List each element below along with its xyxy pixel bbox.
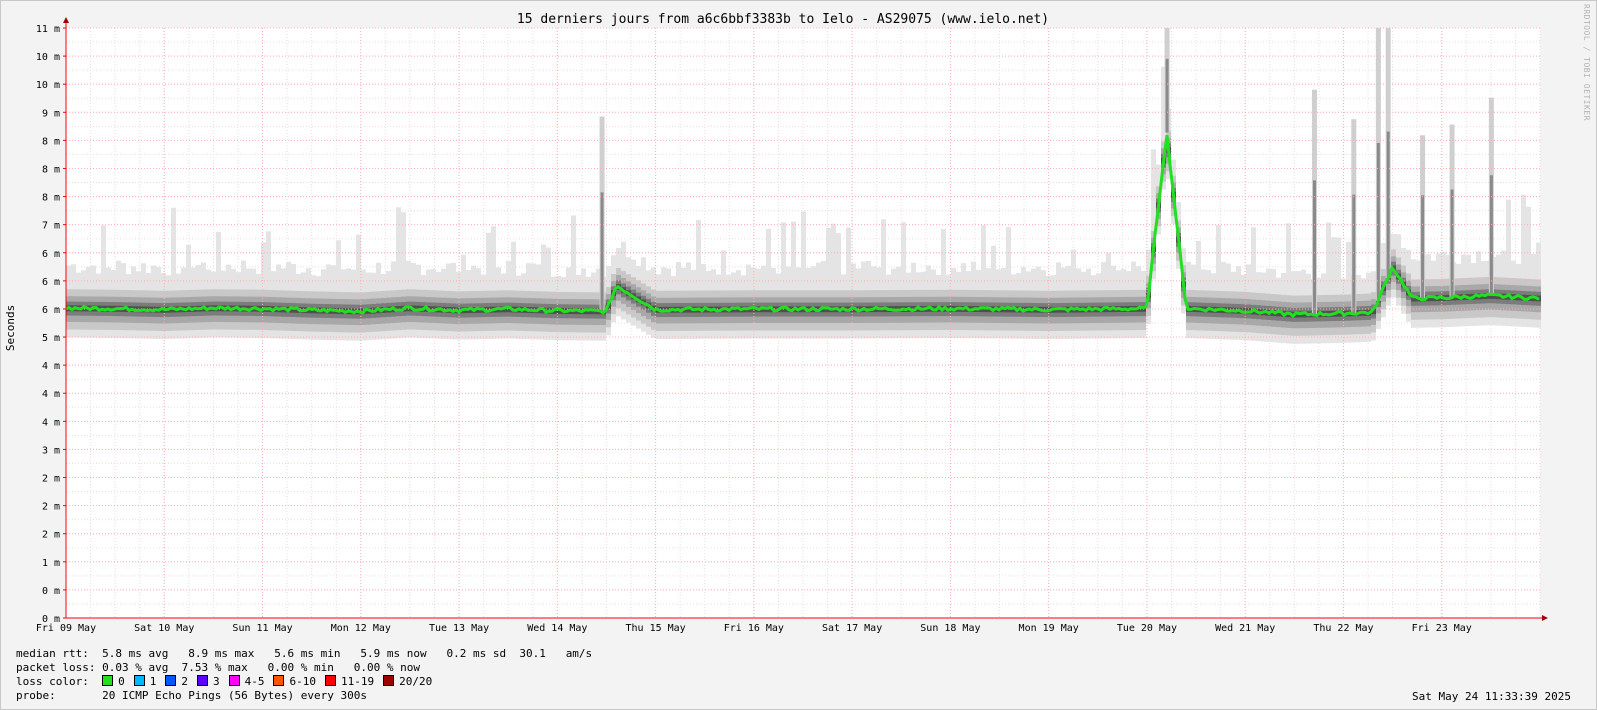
x-tick-label: Sun 11 May: [232, 623, 292, 634]
loss-color-item: 20/20: [383, 675, 432, 688]
smoke-spike-core: [1386, 131, 1390, 279]
loss-color-swatch: [324, 675, 336, 686]
smokeping-chart: 15 derniers jours from a6c6bbf3383b to I…: [4, 12, 1548, 634]
x-tick-label: Thu 15 May: [625, 623, 685, 634]
loss-color-swatch: [273, 675, 285, 686]
y-tick-label: 6 m: [42, 305, 60, 316]
x-tick-label: Sat 17 May: [822, 623, 882, 634]
loss-color-label: 11-19: [340, 675, 375, 688]
loss-color-label: 20/20: [399, 675, 433, 688]
timestamp: Sat May 24 11:33:39 2025: [1412, 690, 1571, 703]
loss-color-label: 0: [118, 675, 125, 688]
y-tick-label: 8 m: [42, 193, 60, 204]
smoke-spike-core: [1352, 194, 1356, 313]
loss-color-item: 4-5: [228, 675, 265, 688]
loss-color-item: 6-10: [273, 675, 316, 688]
legend-median: median rtt: 5.8 ms avg 8.9 ms max 5.6 ms…: [16, 647, 592, 661]
y-tick-label: 11 m: [36, 24, 60, 35]
probe-label: probe:: [16, 689, 56, 702]
loss-color-swatches: 0 1 2 3 4-5 6-10 11-19 20/20: [102, 675, 441, 688]
loss-color-swatch: [102, 675, 114, 686]
x-tick-label: Sun 18 May: [920, 623, 980, 634]
y-tick-label: 7 m: [42, 221, 60, 232]
y-tick-label: 1 m: [42, 558, 60, 569]
median-values: 5.8 ms avg 8.9 ms max 5.6 ms min 5.9 ms …: [102, 647, 593, 660]
y-tick-label: 6 m: [42, 277, 60, 288]
y-tick-label: 3 m: [42, 445, 60, 456]
x-tick-label: Wed 14 May: [527, 623, 587, 634]
y-tick-label: 2 m: [42, 530, 60, 541]
x-tick-label: Fri 16 May: [724, 623, 784, 634]
loss-color-label: 2: [181, 675, 188, 688]
x-tick-label: Fri 23 May: [1412, 623, 1472, 634]
color-label: loss color:: [16, 675, 89, 688]
smoke-spike-core: [1165, 58, 1169, 133]
loss-values: 0.03 % avg 7.53 % max 0.00 % min 0.00 % …: [102, 661, 420, 674]
y-tick-labels: 0 m0 m1 m2 m2 m2 m3 m4 m4 m4 m5 m6 m6 m6…: [36, 24, 60, 625]
x-tick-label: Thu 22 May: [1313, 623, 1373, 634]
x-tick-label: Mon 19 May: [1019, 623, 1079, 634]
y-tick-label: 0 m: [42, 586, 60, 597]
y-tick-label: 5 m: [42, 333, 60, 344]
legend-loss-color: loss color: 0 1 2 3 4-5 6-10 11-19 20/20: [16, 675, 441, 689]
loss-color-swatch: [133, 675, 145, 686]
loss-color-label: 4-5: [244, 675, 265, 688]
loss-color-item: 11-19: [324, 675, 375, 688]
x-tick-label: Wed 21 May: [1215, 623, 1275, 634]
legend-packet-loss: packet loss: 0.03 % avg 7.53 % max 0.00 …: [16, 661, 420, 675]
y-tick-label: 4 m: [42, 417, 60, 428]
y-tick-label: 6 m: [42, 249, 60, 260]
y-tick-label: 10 m: [36, 80, 60, 91]
loss-color-label: 6-10: [289, 675, 316, 688]
median-label: median rtt:: [16, 647, 89, 660]
loss-color-item: 1: [133, 675, 157, 688]
smoke-spike-core: [1312, 180, 1316, 314]
x-tick-labels: Fri 09 May Sat 10 May Sun 11 May Mon 12 May…: [36, 623, 1472, 634]
y-axis-arrow: [63, 17, 69, 23]
loss-label: packet loss:: [16, 661, 96, 674]
y-tick-label: 4 m: [42, 361, 60, 372]
loss-color-swatch: [196, 675, 208, 686]
x-tick-label: Mon 12 May: [331, 623, 391, 634]
y-tick-label: 8 m: [42, 164, 60, 175]
loss-color-item: 3: [196, 675, 220, 688]
loss-color-label: 1: [149, 675, 157, 688]
y-tick-label: 10 m: [36, 52, 60, 63]
smoke-spike-core: [1376, 142, 1380, 301]
smoke-spike-core: [1489, 175, 1493, 296]
y-tick-label: 2 m: [42, 474, 60, 485]
x-tick-label: Sat 10 May: [134, 623, 194, 634]
loss-color-item: 0: [102, 675, 125, 688]
loss-color-swatch: [383, 675, 395, 686]
loss-color-item: 2: [165, 675, 188, 688]
x-tick-label: Fri 09 May: [36, 623, 96, 634]
y-tick-label: 9 m: [42, 108, 60, 119]
rrdtool-watermark: RRDTOOL / TOBI OETIKER: [1582, 4, 1591, 121]
y-axis-label: Seconds: [4, 305, 17, 351]
chart-title: 15 derniers jours from a6c6bbf3383b to I…: [517, 12, 1049, 27]
x-axis-arrow: [1542, 615, 1548, 621]
smoke-spike-core: [600, 192, 604, 312]
smoke-spike-core: [1421, 195, 1425, 299]
y-tick-label: 2 m: [42, 502, 60, 513]
loss-color-label: 3: [212, 675, 220, 688]
loss-color-swatch: [228, 675, 240, 686]
x-tick-label: Tue 20 May: [1117, 623, 1177, 634]
y-tick-label: 4 m: [42, 389, 60, 400]
y-tick-label: 8 m: [42, 136, 60, 147]
probe-values: 20 ICMP Echo Pings (56 Bytes) every 300s: [102, 689, 368, 702]
legend-probe: probe: 20 ICMP Echo Pings (56 Bytes) eve…: [16, 689, 367, 703]
x-tick-label: Tue 13 May: [429, 623, 489, 634]
loss-color-swatch: [165, 675, 177, 686]
